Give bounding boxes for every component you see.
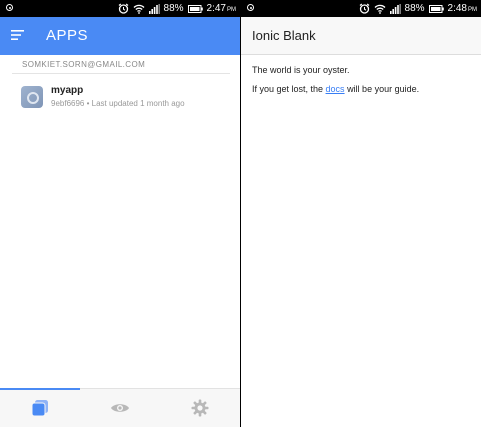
signal-icon [389,3,401,14]
app-name: myapp [51,85,84,96]
guide-text-suffix: will be your guide. [344,84,420,94]
battery-percent: 88% [404,3,425,14]
tab-apps[interactable] [0,389,80,427]
app-meta: 9ebf6696 • Last updated 1 month ago [51,99,185,108]
menu-icon[interactable] [11,28,27,42]
notification-dot-icon [247,4,254,11]
tab-view[interactable] [80,389,160,427]
intro-text: The world is your oyster. [252,65,350,75]
status-bar: 88% 2:47PM [0,0,240,17]
battery-percent: 88% [163,3,184,14]
wifi-icon [133,4,144,14]
guide-text-prefix: If you get lost, the [252,84,326,94]
apps-screen: 88% 2:47PM APPS SOMKIET.SORN@GMAIL.COM m… [0,0,240,427]
notification-dot-icon [6,4,13,11]
app-icon [21,86,43,108]
clock-ampm: PM [468,7,477,13]
clock: 2:47 [206,3,226,14]
account-email: SOMKIET.SORN@GMAIL.COM [22,60,146,69]
battery-icon [428,4,444,13]
alarm-icon [118,3,128,14]
list-item[interactable]: myapp 9ebf6696 • Last updated 1 month ag… [0,82,240,114]
eye-icon [111,404,129,412]
tab-bar [0,388,240,427]
signal-icon [148,3,160,14]
status-bar: 88% 2:48PM [241,0,481,17]
ionic-header: Ionic Blank [241,17,481,55]
alarm-icon [359,3,369,14]
battery-icon [187,4,203,13]
page-title: APPS [46,27,89,44]
divider [12,73,230,74]
tab-settings[interactable] [160,389,240,427]
wifi-icon [374,4,385,14]
gear-icon [191,399,209,417]
apps-header: APPS [0,17,240,55]
page-title: Ionic Blank [252,28,316,43]
clock-ampm: PM [227,7,236,13]
ionic-blank-screen: 88% 2:48PM Ionic Blank The world is your… [241,0,481,427]
guide-text: If you get lost, the docs will be your g… [252,84,419,94]
clock: 2:48 [447,3,467,14]
docs-link[interactable]: docs [326,84,345,94]
apps-icon [31,400,48,417]
